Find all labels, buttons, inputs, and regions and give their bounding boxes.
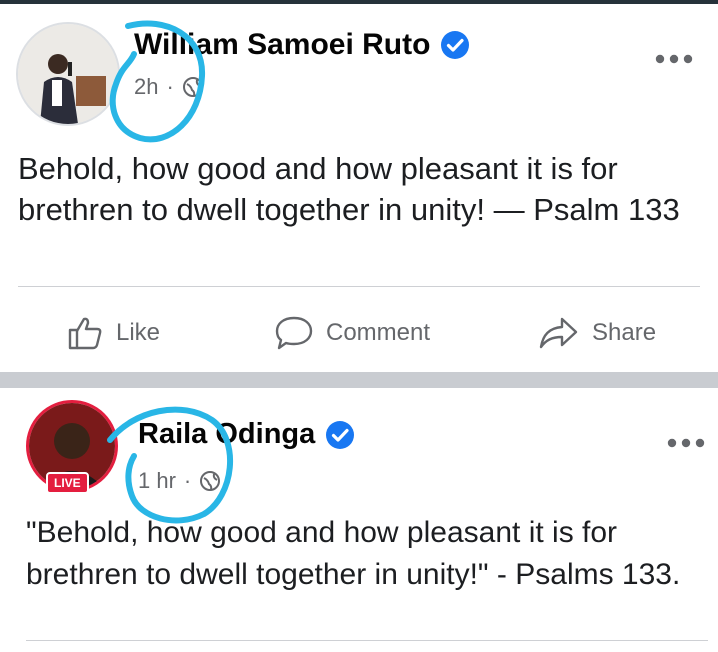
like-label: Like <box>116 319 161 346</box>
feed-separator <box>0 372 718 388</box>
post-card: LIVE Raila Odinga 1 hr · "Behold, how go… <box>0 388 718 652</box>
post-meta: 1 hr · <box>138 468 221 494</box>
more-options-icon[interactable] <box>666 426 706 454</box>
author-name[interactable]: William Samoei Ruto <box>134 28 470 62</box>
more-options-icon[interactable] <box>654 42 694 70</box>
post-meta: 2h · <box>134 74 204 100</box>
author-name-text[interactable]: Raila Odinga <box>138 418 315 451</box>
meta-separator: · <box>166 74 174 99</box>
like-button[interactable]: Like <box>66 314 160 352</box>
share-button[interactable]: Share <box>538 314 656 352</box>
action-divider <box>18 286 700 287</box>
share-label: Share <box>592 319 657 346</box>
live-badge: LIVE <box>46 472 89 494</box>
comment-button[interactable]: Comment <box>274 314 430 352</box>
share-icon <box>539 317 578 349</box>
author-name-text[interactable]: William Samoei Ruto <box>134 28 430 62</box>
verified-badge-icon <box>326 420 355 449</box>
post-card: William Samoei Ruto 2h · Behold, how goo… <box>0 4 718 372</box>
globe-icon <box>200 471 221 491</box>
author-name[interactable]: Raila Odinga <box>138 418 355 451</box>
timestamp[interactable]: 2h <box>134 74 158 100</box>
comment-label: Comment <box>326 319 431 346</box>
post-text: "Behold, how good and how pleasant it is… <box>26 516 681 591</box>
meta-separator: · <box>183 468 192 493</box>
verified-badge-icon <box>441 31 470 59</box>
comment-icon <box>275 316 313 350</box>
avatar[interactable] <box>16 22 120 126</box>
timestamp[interactable]: 1 hr <box>138 468 176 494</box>
like-icon <box>68 317 102 350</box>
action-divider <box>26 640 708 641</box>
post-text: Behold, how good and how pleasant it is … <box>18 151 680 227</box>
globe-icon <box>182 77 203 97</box>
